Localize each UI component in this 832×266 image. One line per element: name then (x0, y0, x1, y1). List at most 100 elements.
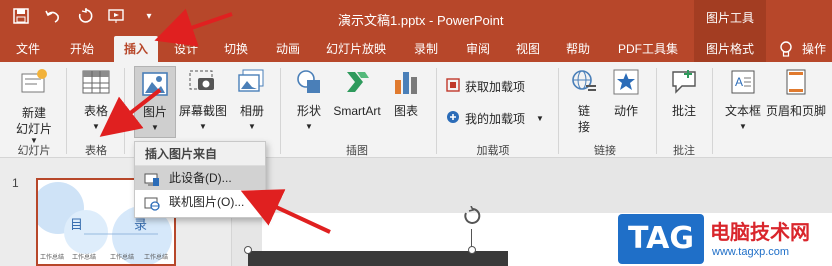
slide-number: 1 (12, 176, 19, 190)
tab-slideshow[interactable]: 幻灯片放映 (322, 36, 390, 62)
header-footer-button[interactable]: 页眉和页脚 (766, 68, 830, 119)
present-icon[interactable] (108, 8, 126, 26)
online-pictures-label: 联机图片(O)... (169, 195, 245, 209)
chart-icon (388, 68, 424, 100)
tab-animations[interactable]: 动画 (272, 36, 304, 62)
get-addins-button[interactable]: 获取加载项 (446, 78, 525, 95)
my-addins-label: 我的加载项 (465, 112, 526, 126)
title-bar: ▾ 演示文稿1.pptx - PowerPoint 图片工具 (0, 0, 832, 36)
tab-help[interactable]: 帮助 (562, 36, 594, 62)
ribbon: 新建 幻灯片 ▼ 幻灯片 表格 ▼ 表格 图片 ▼ 屏幕截图 ▼ 相册 ▼ 形状… (0, 62, 832, 158)
tab-picture-format[interactable]: 图片格式 (694, 36, 766, 62)
group-label-links: 链接 (594, 145, 616, 157)
album-button[interactable]: 相册 ▼ (232, 68, 272, 135)
textbox-label: 文本框 (724, 104, 761, 118)
online-picture-icon (144, 195, 160, 219)
redo-icon[interactable] (76, 8, 94, 26)
smartart-button[interactable]: SmartArt (330, 68, 384, 119)
tab-file[interactable]: 文件 (12, 36, 44, 62)
picture-button[interactable]: 图片 ▼ (134, 66, 176, 138)
site-watermark: TAG 电脑技术网 www.tagxp.com (618, 214, 832, 266)
smartart-icon (330, 68, 384, 100)
lightbulb-icon[interactable] (778, 40, 794, 61)
group-separator (124, 68, 125, 154)
get-addins-label: 获取加载项 (465, 80, 526, 94)
chevron-down-icon: ▼ (151, 123, 159, 132)
star-icon (606, 68, 646, 100)
chart-button[interactable]: 图表 (388, 68, 424, 119)
link-label-1: 链 (577, 104, 590, 118)
store-icon (446, 78, 460, 95)
thumbnail-title-a: 目 (70, 217, 84, 232)
chevron-down-icon: ▼ (92, 122, 100, 131)
shapes-button[interactable]: 形状 ▼ (290, 68, 328, 135)
tab-design[interactable]: 设计 (170, 36, 202, 62)
new-slide-icon (8, 68, 60, 102)
group-label-slides: 幻灯片 (17, 145, 51, 157)
chevron-down-icon[interactable]: ▼ (536, 114, 544, 123)
new-slide-label-2: 幻灯片 (15, 122, 52, 136)
tab-review[interactable]: 审阅 (462, 36, 494, 62)
my-addins-button[interactable]: 我的加载项 ▼ (446, 110, 544, 127)
smartart-label: SmartArt (333, 104, 381, 118)
online-pictures-menu-item[interactable]: 联机图片(O)... (135, 190, 265, 214)
thumbnail-footer-3: 工作总结 (110, 255, 135, 261)
group-label-addins: 加载项 (476, 145, 510, 157)
group-separator (280, 68, 281, 154)
tab-record[interactable]: 录制 (410, 36, 442, 62)
quick-access-toolbar: ▾ (12, 8, 158, 26)
tab-view[interactable]: 视图 (512, 36, 544, 62)
new-slide-button[interactable]: 新建 幻灯片 ▼ (8, 68, 60, 145)
watermark-url: www.tagxp.com (712, 246, 790, 258)
chevron-down-icon: ▼ (305, 122, 313, 131)
tab-home[interactable]: 开始 (66, 36, 98, 62)
textbox-button[interactable]: A 文本框 ▼ (720, 68, 766, 135)
shapes-icon (290, 68, 328, 100)
table-icon (74, 68, 118, 100)
save-icon[interactable] (12, 8, 30, 26)
chevron-down-icon: ▼ (199, 122, 207, 131)
album-icon (232, 68, 272, 100)
comment-icon (664, 68, 704, 100)
tell-me-label[interactable]: 操作 (802, 36, 826, 62)
insert-picture-dropdown: 插入图片来自 此设备(D)... 联机图片(O)... (134, 141, 266, 218)
chevron-down-icon: ▼ (248, 122, 256, 131)
textbox-icon: A (720, 68, 766, 100)
chart-label: 图表 (393, 104, 418, 118)
rotate-handle-icon[interactable] (462, 205, 482, 229)
comment-button[interactable]: 批注 (664, 68, 704, 119)
group-separator (436, 68, 437, 154)
group-label-illustrations: 插图 (346, 145, 368, 157)
addin-icon (446, 110, 460, 127)
tab-pdf-tools[interactable]: PDF工具集 (614, 36, 682, 62)
customize-qat-icon[interactable]: ▾ (140, 8, 158, 26)
table-button[interactable]: 表格 ▼ (74, 68, 118, 135)
screenshot-icon (176, 68, 230, 100)
tag-logo: TAG (618, 214, 704, 264)
picture-label: 图片 (142, 105, 167, 119)
chevron-down-icon: ▼ (739, 122, 747, 131)
link-icon (566, 68, 602, 100)
header-footer-icon (784, 68, 830, 100)
screenshot-label: 屏幕截图 (178, 104, 227, 118)
picture-tools-context-group: 图片工具 (694, 0, 766, 36)
album-label: 相册 (239, 104, 264, 118)
tab-transitions[interactable]: 切换 (220, 36, 252, 62)
screenshot-button[interactable]: 屏幕截图 ▼ (176, 68, 230, 135)
selection-handle[interactable] (244, 246, 252, 254)
undo-icon[interactable] (44, 8, 62, 26)
thumbnail-footer-2: 工作总结 (72, 255, 97, 261)
link-button[interactable]: 链 接 (566, 68, 602, 135)
link-label-2: 接 (577, 120, 590, 134)
tab-insert[interactable]: 插入 (114, 36, 158, 62)
group-separator (712, 68, 713, 154)
action-button[interactable]: 动作 (606, 68, 646, 119)
thumbnail-footer-4: 工作总结 (144, 255, 169, 261)
selection-handle[interactable] (468, 246, 476, 254)
new-slide-label-1: 新建 (21, 106, 46, 120)
this-device-menu-item[interactable]: 此设备(D)... (135, 166, 265, 190)
comment-label: 批注 (671, 104, 696, 118)
shapes-label: 形状 (296, 104, 321, 118)
table-label: 表格 (83, 104, 108, 118)
group-separator (66, 68, 67, 154)
